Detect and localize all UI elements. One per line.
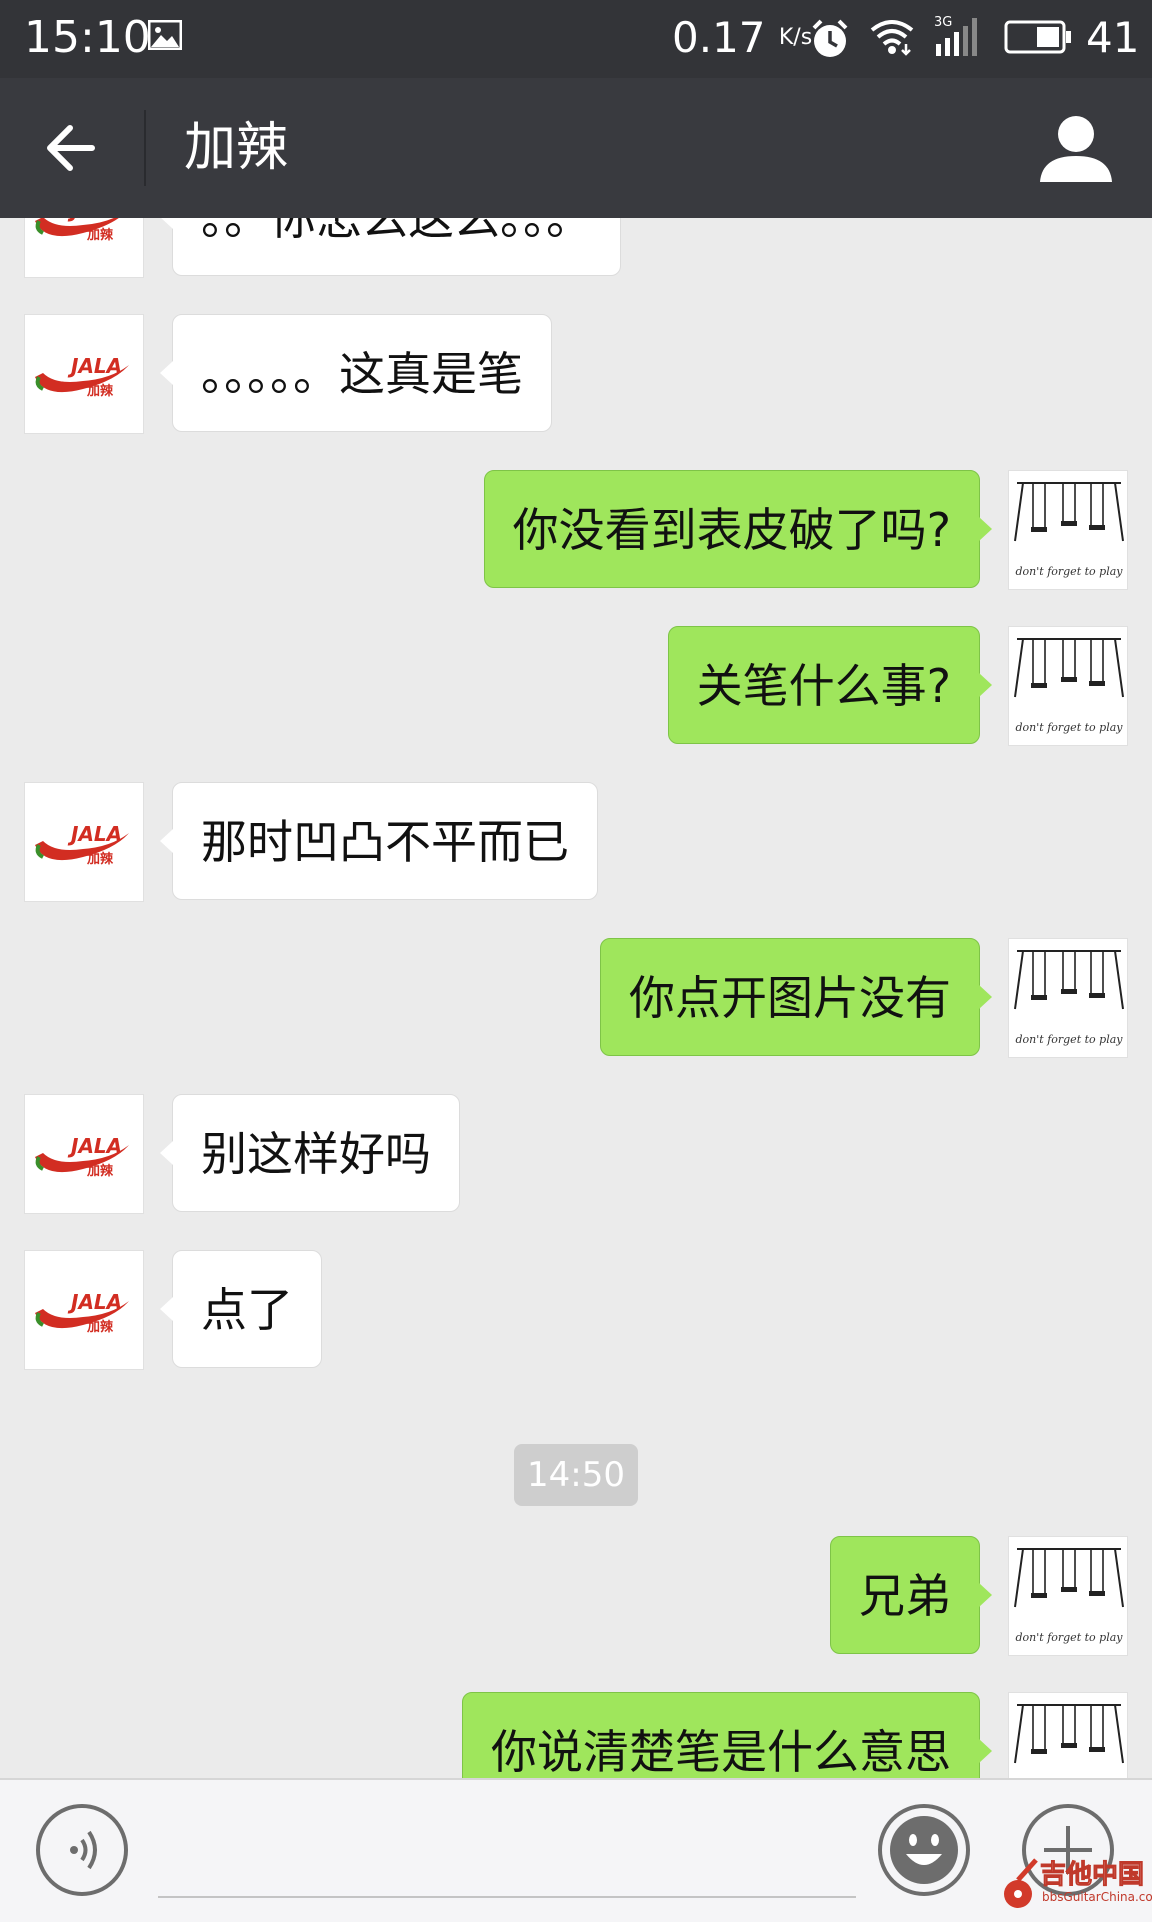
arrow-left-icon	[47, 125, 95, 171]
jala-logo-icon: JALA 加辣	[35, 822, 129, 867]
watermark-text: 吉他中国	[1039, 1860, 1145, 1891]
contact-avatar[interactable]: JALA 加辣	[24, 314, 144, 434]
signal-icon: 3G	[934, 14, 990, 64]
message-row: don't forget to play 你点开图片没有	[0, 938, 1152, 1058]
my-avatar[interactable]: don't forget to play	[1008, 938, 1128, 1058]
alarm-icon	[810, 18, 850, 64]
voice-button[interactable]	[34, 1802, 130, 1898]
my-avatar[interactable]: don't forget to play	[1008, 1692, 1128, 1778]
status-bar: 15:10 0.17 K/s 3G 41	[0, 0, 1152, 78]
svg-text:JALA: JALA	[67, 354, 122, 378]
my-avatar[interactable]: don't forget to play	[1008, 470, 1128, 590]
swing-set-icon: don't forget to play	[1014, 638, 1124, 734]
sent-message-bubble[interactable]: 兄弟	[830, 1536, 992, 1654]
received-message-bubble[interactable]: 点了	[160, 1250, 322, 1368]
jala-logo-icon: JALA 加辣	[35, 354, 129, 399]
svg-text:JALA: JALA	[67, 822, 122, 846]
input-bar	[0, 1778, 1152, 1922]
message-row: JALA 加辣 点了	[0, 1250, 1152, 1370]
svg-text:JALA: JALA	[67, 1290, 122, 1314]
message-row: don't forget to play 你说清楚笔是什么意思	[0, 1692, 1152, 1778]
svg-text:加辣: 加辣	[86, 227, 114, 243]
message-row: don't forget to play 你没看到表皮破了吗?	[0, 470, 1152, 590]
received-message-bubble[interactable]: 。。。。。这真是笔	[160, 314, 552, 432]
net-speed: 0.17 K/s	[672, 13, 813, 62]
my-avatar[interactable]: don't forget to play	[1008, 626, 1128, 746]
network-type: 3G	[934, 15, 952, 30]
message-row: JALA 加辣 别这样好吗	[0, 1094, 1152, 1214]
message-row: JALA 加辣 。。你怎么这么。。。	[0, 218, 1152, 278]
watermark: 吉他中国 bbsGuitarChina.com	[998, 1856, 1152, 1916]
contact-avatar[interactable]: JALA 加辣	[24, 1250, 144, 1370]
chat-header: 加辣	[0, 78, 1152, 218]
contact-avatar[interactable]: JALA 加辣	[24, 1094, 144, 1214]
sent-message-bubble[interactable]: 关笔什么事?	[667, 626, 993, 744]
swing-set-icon: don't forget to play	[1014, 1548, 1124, 1644]
received-message-bubble[interactable]: 。。你怎么这么。。。	[160, 218, 621, 276]
voice-icon	[36, 1804, 128, 1896]
status-time: 15:10	[24, 12, 151, 63]
svg-text:加辣: 加辣	[86, 1163, 114, 1179]
svg-text:don't forget to play: don't forget to play	[1016, 565, 1124, 578]
message-list[interactable]: JALA加辣。。你怎么这么。。。JALA加辣。。。。。这真是笔don't for…	[0, 218, 1152, 1778]
jala-logo-icon: JALA 加辣	[35, 218, 122, 243]
title-divider	[144, 110, 146, 186]
swing-set-icon: don't forget to play	[1014, 1704, 1124, 1764]
message-row: JALA 加辣 那时凹凸不平而已	[0, 782, 1152, 902]
jala-logo-icon: JALA 加辣	[35, 1134, 129, 1179]
guitar-logo-icon	[1004, 1858, 1038, 1908]
emoji-button[interactable]	[876, 1802, 972, 1898]
my-avatar[interactable]: don't forget to play	[1008, 1536, 1128, 1656]
emoji-icon	[878, 1804, 970, 1896]
net-speed-unit: K/s	[778, 25, 813, 50]
svg-text:加辣: 加辣	[86, 851, 114, 867]
back-button[interactable]	[40, 118, 108, 178]
timestamp-badge: 14:50	[514, 1444, 638, 1506]
profile-button[interactable]	[1036, 114, 1116, 184]
svg-text:加辣: 加辣	[86, 1319, 114, 1335]
person-icon	[1040, 116, 1112, 182]
svg-text:JALA: JALA	[67, 1134, 122, 1158]
battery-icon	[1004, 20, 1072, 58]
swing-set-icon: don't forget to play	[1014, 950, 1124, 1046]
sent-message-bubble[interactable]: 你没看到表皮破了吗?	[483, 470, 993, 588]
contact-avatar[interactable]: JALA 加辣	[24, 218, 144, 278]
svg-text:don't forget to play: don't forget to play	[1016, 721, 1124, 734]
jala-logo-icon: JALA 加辣	[35, 1290, 129, 1335]
chat-title: 加辣	[184, 118, 289, 178]
received-message-bubble[interactable]: 别这样好吗	[160, 1094, 460, 1212]
swing-set-icon: don't forget to play	[1014, 482, 1124, 578]
message-row: JALA 加辣 。。。。。这真是笔	[0, 314, 1152, 434]
svg-text:don't forget to play: don't forget to play	[1016, 1631, 1124, 1644]
svg-text:don't forget to play: don't forget to play	[1016, 1033, 1124, 1046]
watermark-url: bbsGuitarChina.com	[1042, 1890, 1152, 1904]
battery-level: 41	[1086, 13, 1140, 62]
contact-avatar[interactable]: JALA 加辣	[24, 782, 144, 902]
message-input[interactable]	[158, 1810, 856, 1898]
svg-text:加辣: 加辣	[86, 383, 114, 399]
wifi-icon	[868, 16, 916, 60]
message-row: don't forget to play 兄弟	[0, 1536, 1152, 1656]
svg-text:JALA: JALA	[67, 218, 122, 222]
message-row: don't forget to play 关笔什么事?	[0, 626, 1152, 746]
sent-message-bubble[interactable]: 你点开图片没有	[600, 938, 992, 1056]
received-message-bubble[interactable]: 那时凹凸不平而已	[160, 782, 598, 900]
sent-message-bubble[interactable]: 你说清楚笔是什么意思	[462, 1692, 992, 1778]
image-icon	[147, 19, 183, 54]
